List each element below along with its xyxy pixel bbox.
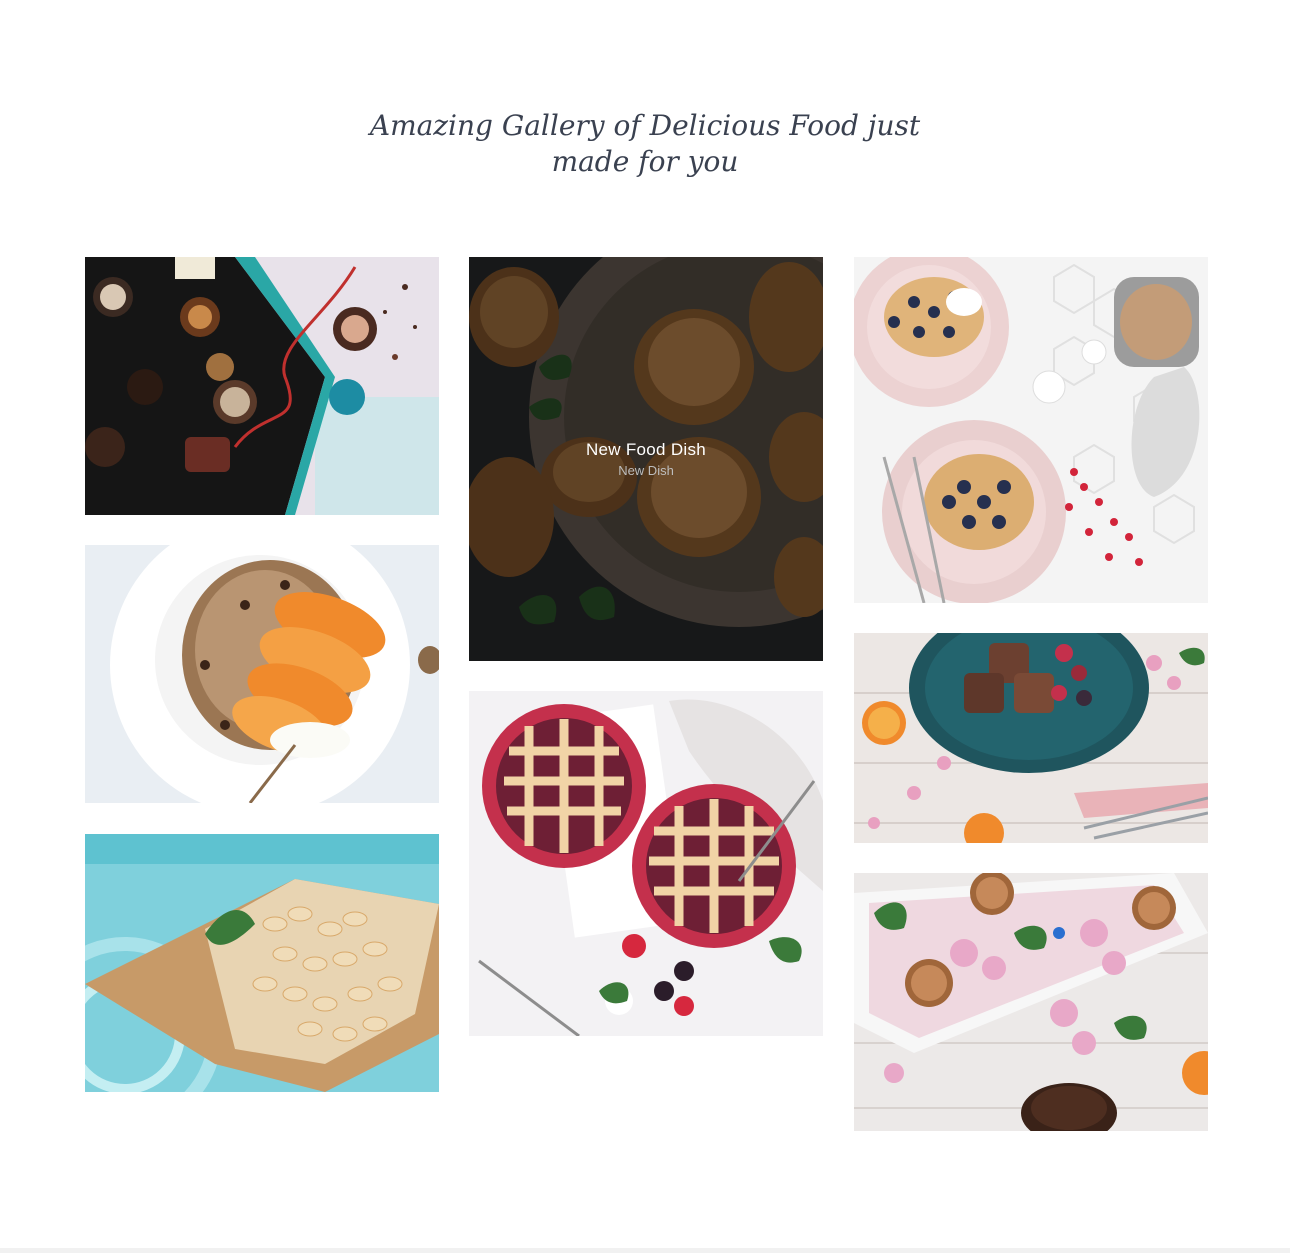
gallery-item-energy-balls[interactable] <box>854 873 1208 1131</box>
gallery-item-puffed-rice[interactable] <box>85 834 439 1092</box>
chocolate-box-photo <box>85 257 439 515</box>
gallery-item-french-toast[interactable] <box>854 633 1208 843</box>
energy-balls-flowers-tray-photo <box>854 873 1208 1131</box>
gallery-item-waffles[interactable] <box>854 257 1208 603</box>
berry-lattice-pies-photo <box>469 691 823 1036</box>
muesli-peach-bowl-photo <box>85 545 439 803</box>
puffed-rice-cone-photo <box>85 834 439 1092</box>
gallery-item-overlay: New Food Dish New Dish <box>469 257 823 661</box>
gallery-item-muesli[interactable] <box>85 545 439 803</box>
overlay-subtitle: New Dish <box>618 463 674 478</box>
gallery-item-bread-rolls[interactable]: New Food Dish New Dish <box>469 257 823 661</box>
french-toast-teal-plate-photo <box>854 633 1208 843</box>
gallery-item-chocolates[interactable] <box>85 257 439 515</box>
gallery-item-berry-pies[interactable] <box>469 691 823 1036</box>
overlay-title: New Food Dish <box>585 440 707 459</box>
page-bottom-divider <box>0 1248 1290 1253</box>
food-gallery: New Food Dish New Dish <box>0 0 1290 1253</box>
blueberry-waffles-photo <box>854 257 1208 603</box>
